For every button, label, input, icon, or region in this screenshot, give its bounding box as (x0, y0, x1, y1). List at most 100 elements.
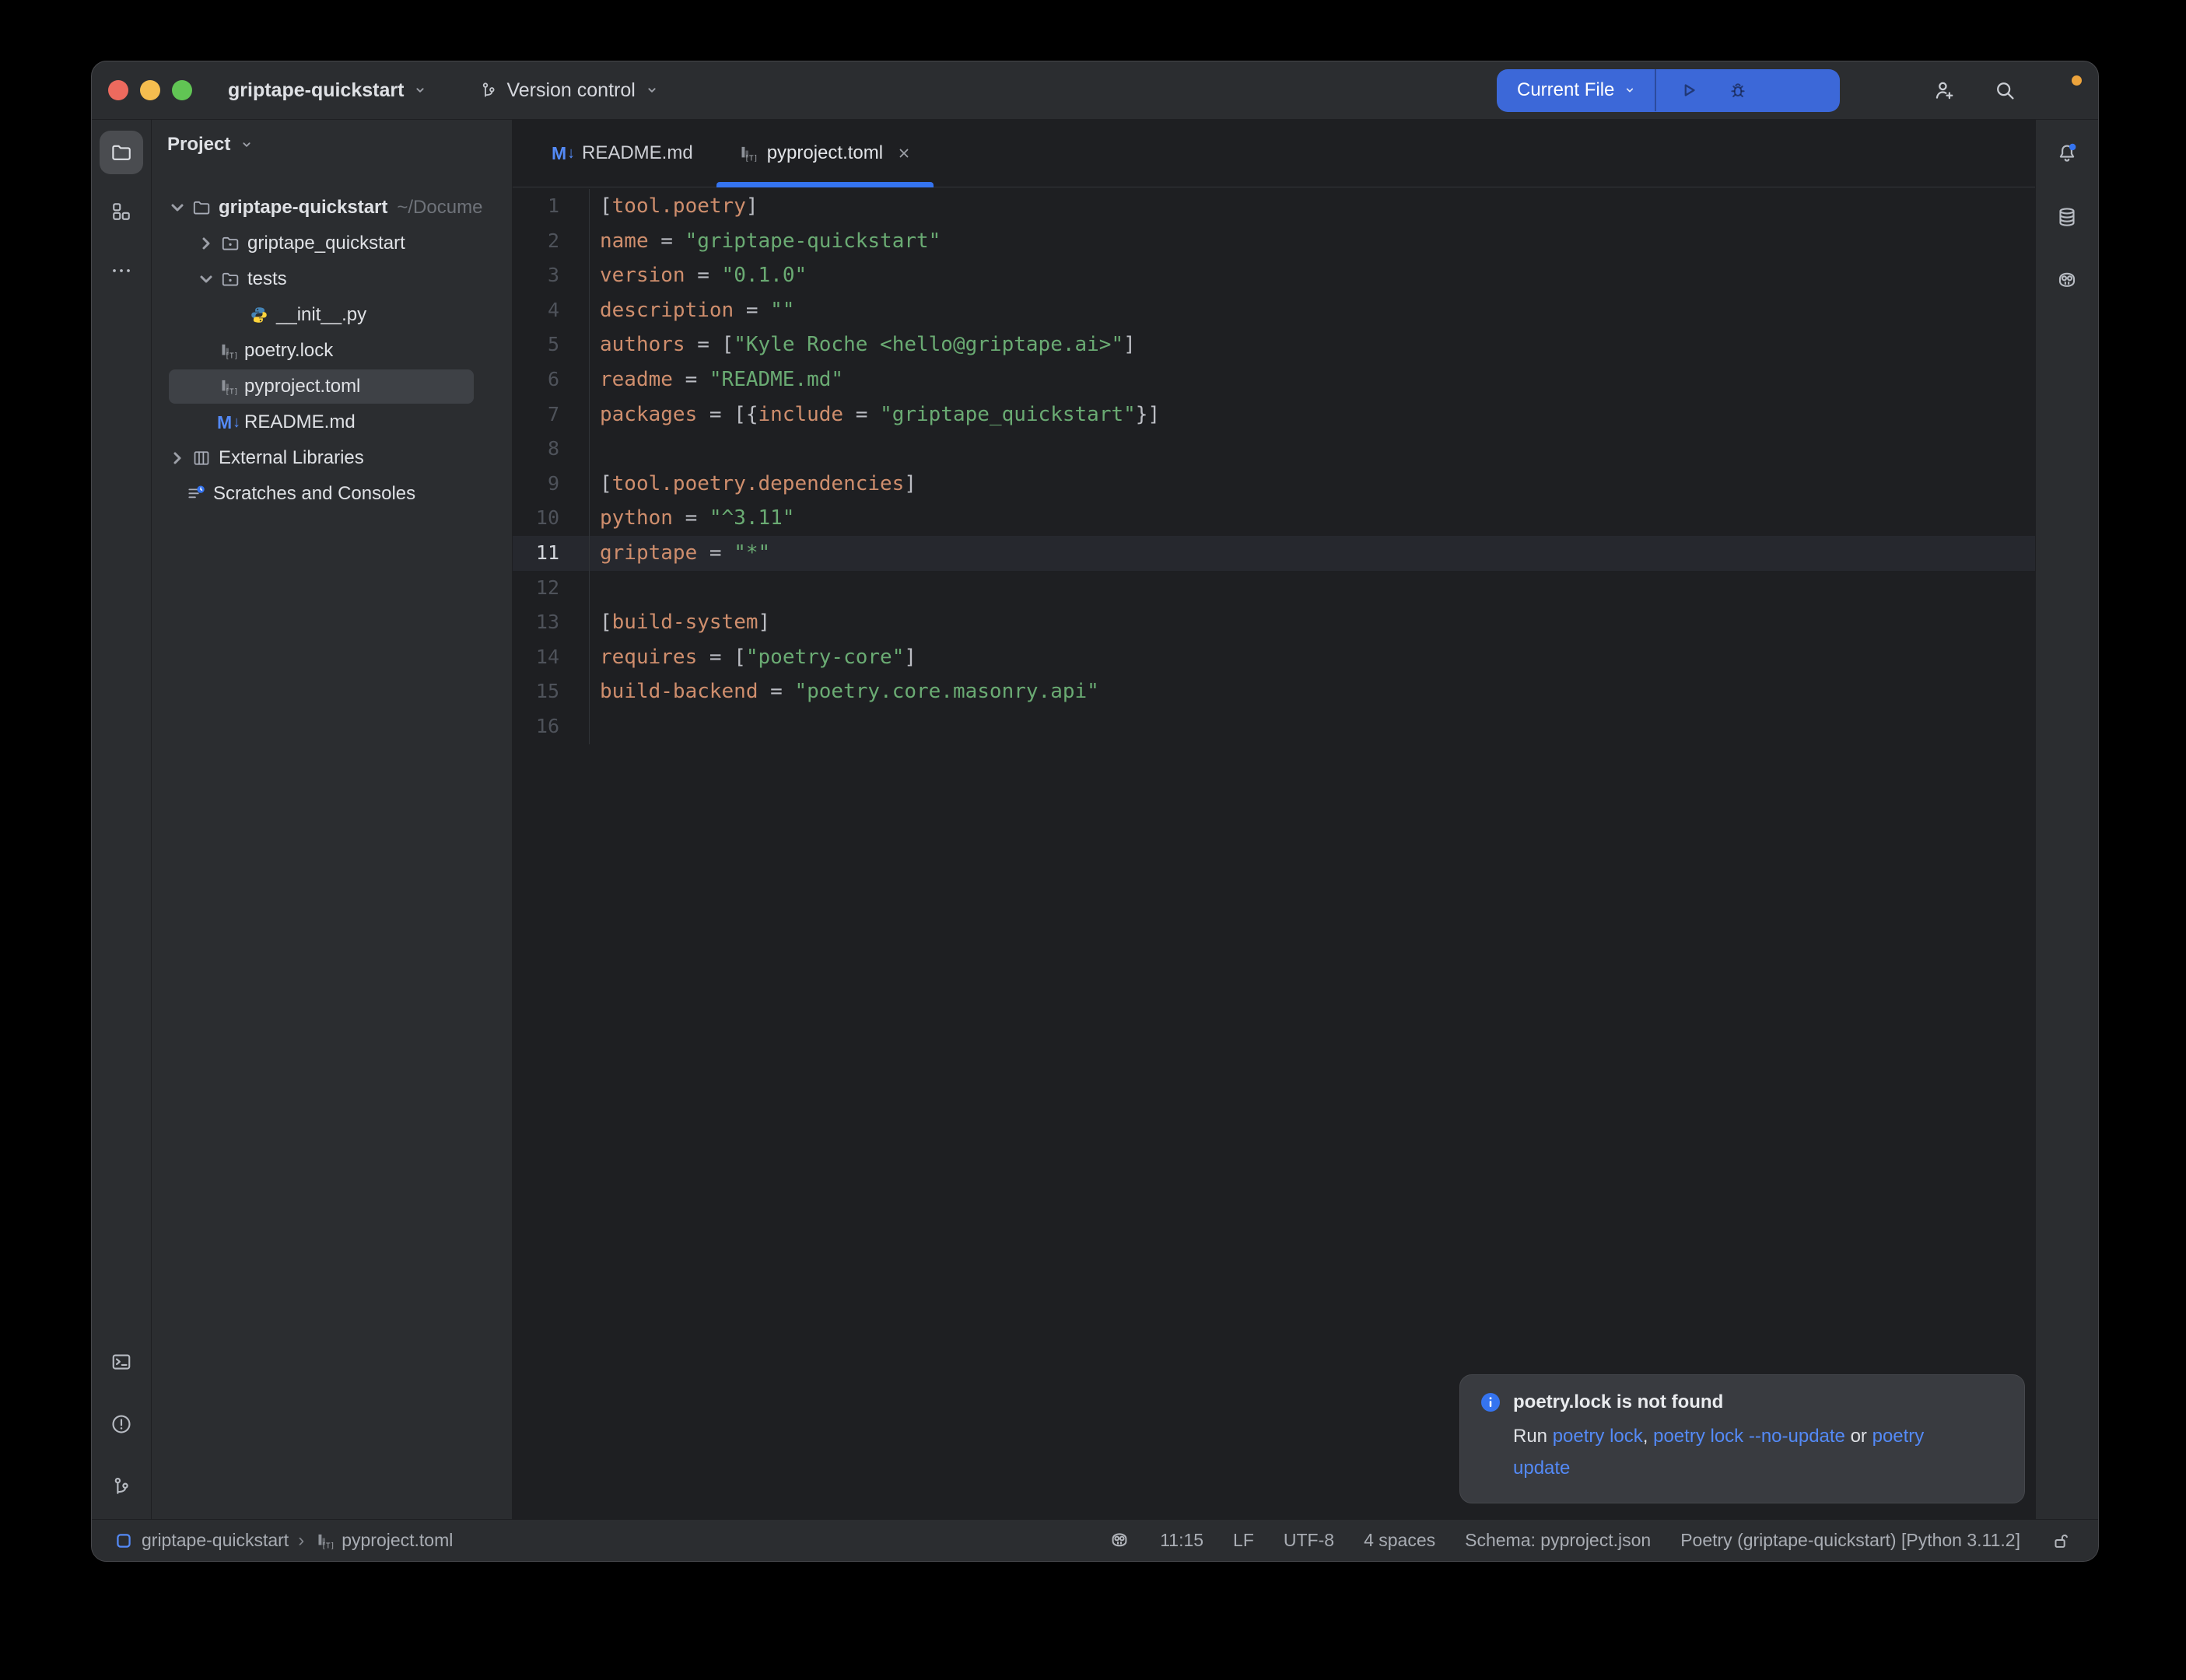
git-tool-button[interactable] (100, 1465, 143, 1508)
tree-item-readme-file[interactable]: M↓README.md (152, 404, 512, 440)
toml-icon: [T] (737, 143, 757, 163)
code-line-3[interactable]: 3version = "0.1.0" (513, 258, 2035, 293)
git-branch-icon (110, 1475, 133, 1498)
code-line-10[interactable]: 10python = "^3.11" (513, 501, 2035, 536)
notification-body: Run poetry lock, poetry lock --no-update… (1513, 1420, 1950, 1484)
code-line-1[interactable]: 1[tool.poetry] (513, 189, 2035, 224)
encoding-indicator[interactable]: UTF-8 (1284, 1530, 1334, 1551)
editor[interactable]: 1[tool.poetry]2name = "griptape-quicksta… (513, 187, 2035, 1519)
line-number: 9 (513, 467, 590, 502)
database-tool-button[interactable] (2045, 195, 2089, 239)
code-line-11[interactable]: 11griptape = "*" (513, 536, 2035, 571)
zoom-button[interactable] (172, 80, 192, 100)
code-text: description = "" (590, 293, 794, 328)
schema-indicator[interactable]: Schema: pyproject.json (1465, 1530, 1651, 1551)
code-line-4[interactable]: 4description = "" (513, 293, 2035, 328)
debug-icon[interactable] (1726, 79, 1750, 102)
notification-text: , (1643, 1426, 1653, 1447)
code-line-16[interactable]: 16 (513, 709, 2035, 744)
more-dots-icon (110, 259, 133, 282)
markdown-icon: M↓ (217, 412, 237, 432)
scratches-icon (186, 484, 206, 504)
structure-icon (110, 200, 133, 223)
inspections-check-icon[interactable] (1999, 197, 2023, 222)
line-number: 10 (513, 501, 590, 536)
code-line-12[interactable]: 12 (513, 571, 2035, 606)
tree-item-poetry-lock-file[interactable]: [T]poetry.lock (152, 333, 512, 369)
project-panel: Project griptape-quickstart~/Docume gript… (152, 120, 513, 1519)
tab-pyproject-toml[interactable]: [T]pyproject.toml (715, 120, 935, 187)
code-line-14[interactable]: 14requires = ["poetry-core"] (513, 640, 2035, 675)
line-number: 13 (513, 605, 590, 640)
bell-icon (2055, 142, 2079, 165)
tree-item-label: griptape_quickstart (247, 233, 405, 254)
tree-item-external-libraries[interactable]: External Libraries (152, 440, 512, 476)
code-line-13[interactable]: 13[build-system] (513, 605, 2035, 640)
breadcrumb-project[interactable]: griptape-quickstart (114, 1530, 289, 1551)
indent-indicator[interactable]: 4 spaces (1364, 1530, 1435, 1551)
code-text: authors = ["Kyle Roche <hello@griptape.a… (590, 327, 1136, 362)
notification-popup: poetry.lock is not found Run poetry lock… (1459, 1374, 2025, 1503)
code-text: version = "0.1.0" (590, 258, 807, 293)
ide-window: griptape-quickstart Version control Curr… (91, 61, 2099, 1562)
problems-tool-button[interactable] (100, 1402, 143, 1446)
readonly-toggle-icon[interactable] (2050, 1530, 2072, 1552)
project-square-icon (114, 1531, 134, 1551)
interpreter-indicator[interactable]: Poetry (griptape-quickstart) [Python 3.1… (1680, 1530, 2020, 1551)
code-text: [build-system] (590, 605, 770, 640)
code-line-7[interactable]: 7packages = [{include = "griptape_quicks… (513, 397, 2035, 432)
code-text: [tool.poetry.dependencies] (590, 467, 916, 502)
close-tab-icon[interactable] (895, 144, 913, 163)
copilot-status-icon[interactable] (1109, 1530, 1130, 1552)
tree-item-tests-dir[interactable]: tests (152, 261, 512, 297)
code-line-2[interactable]: 2name = "griptape-quickstart" (513, 224, 2035, 259)
code-line-6[interactable]: 6readme = "README.md" (513, 362, 2035, 397)
project-name: griptape-quickstart (228, 79, 404, 102)
tree-item-scratches-and-consoles[interactable]: Scratches and Consoles (152, 476, 512, 512)
notifications-button[interactable] (2045, 131, 2089, 175)
chevron-down-icon (412, 82, 429, 99)
search-icon[interactable] (1992, 78, 2017, 103)
tree-item-griptape-quickstart-root[interactable]: griptape-quickstart~/Docume (152, 190, 512, 226)
settings-gear-icon[interactable] (2053, 78, 2078, 103)
code-text: [tool.poetry] (590, 189, 758, 224)
tab-readme-md[interactable]: M↓README.md (530, 120, 715, 187)
tab-options-icon[interactable] (1995, 143, 2015, 163)
run-configuration-selector[interactable]: Current File (1517, 79, 1614, 101)
code-text: name = "griptape-quickstart" (590, 224, 941, 259)
code-line-9[interactable]: 9[tool.poetry.dependencies] (513, 467, 2035, 502)
tree-item-init-py-file[interactable]: __init__.py (152, 297, 512, 333)
breadcrumb-label: griptape-quickstart (142, 1530, 289, 1551)
main-area: Project griptape-quickstart~/Docume gript… (92, 120, 2098, 1519)
line-ending-indicator[interactable]: LF (1233, 1530, 1254, 1551)
terminal-tool-button[interactable] (100, 1340, 143, 1384)
link-poetry-lock[interactable]: poetry lock (1553, 1426, 1643, 1447)
status-right: 11:15 LF UTF-8 4 spaces Schema: pyproject.js… (1109, 1530, 2072, 1552)
link-poetry-lock-no-update[interactable]: poetry lock --no-update (1653, 1426, 1845, 1447)
caret-position[interactable]: 11:15 (1160, 1530, 1203, 1551)
code-text: griptape = "*" (590, 536, 770, 571)
code-line-5[interactable]: 5authors = ["Kyle Roche <hello@griptape.… (513, 327, 2035, 362)
svg-text:[T]: [T] (225, 388, 237, 397)
line-number: 5 (513, 327, 590, 362)
project-tool-button[interactable] (100, 131, 143, 174)
structure-tool-button[interactable] (100, 190, 143, 233)
code-text: build-backend = "poetry.core.masonry.api… (590, 674, 1099, 709)
project-panel-header[interactable]: Project (152, 120, 512, 170)
tree-item-label: poetry.lock (244, 340, 333, 362)
vcs-widget[interactable]: Version control (478, 79, 660, 102)
tree-item-griptape_quickstart-dir[interactable]: griptape_quickstart (152, 226, 512, 261)
more-actions-icon[interactable] (1775, 79, 1799, 102)
project-switcher[interactable]: griptape-quickstart (228, 79, 429, 102)
breadcrumb-file[interactable]: [T]pyproject.toml (314, 1530, 453, 1551)
code-line-15[interactable]: 15build-backend = "poetry.core.masonry.a… (513, 674, 2035, 709)
problems-icon (110, 1412, 133, 1436)
more-tools-button[interactable] (100, 249, 143, 292)
close-button[interactable] (108, 80, 128, 100)
add-user-icon[interactable] (1932, 78, 1957, 103)
code-line-8[interactable]: 8 (513, 432, 2035, 467)
run-icon[interactable] (1677, 79, 1701, 102)
ai-assistant-button[interactable] (2045, 259, 2089, 303)
minimize-button[interactable] (140, 80, 160, 100)
tree-item-pyproject-toml-file[interactable]: [T]pyproject.toml (152, 369, 512, 404)
